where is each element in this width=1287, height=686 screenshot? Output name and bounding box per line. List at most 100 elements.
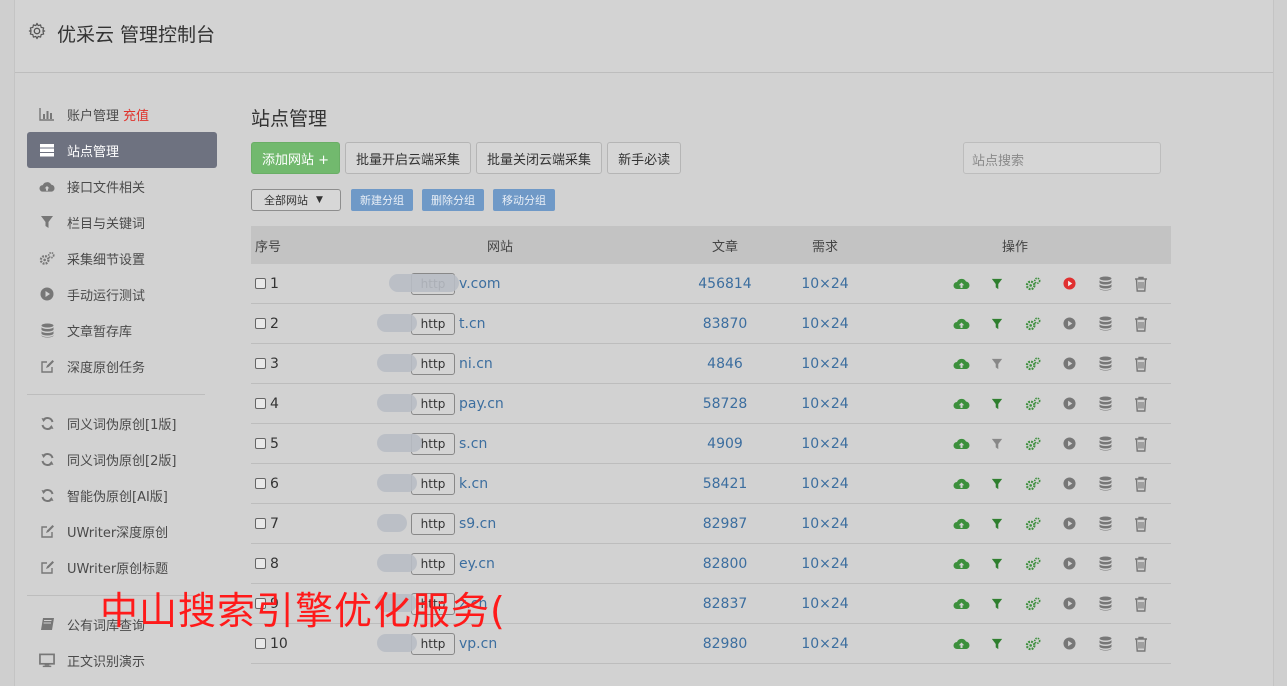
filter-icon[interactable] [979, 475, 1015, 493]
cogs-icon[interactable] [1015, 355, 1051, 373]
row-checkbox[interactable] [255, 438, 266, 449]
filter-icon[interactable] [979, 395, 1015, 413]
row-checkbox[interactable] [255, 518, 266, 529]
articles-count-link[interactable]: 4846 [665, 356, 785, 372]
sidebar-item-group1-3[interactable]: 栏目与关键词 [27, 204, 217, 240]
articles-count-link[interactable]: 58421 [665, 476, 785, 492]
site-domain-link[interactable]: v.com [459, 276, 501, 292]
trash-icon[interactable] [1123, 635, 1159, 653]
articles-count-link[interactable]: 456814 [665, 276, 785, 292]
cloud-upload-icon[interactable] [943, 315, 979, 333]
cogs-icon[interactable] [1015, 275, 1051, 293]
demand-link[interactable]: 10×24 [785, 356, 865, 372]
filter-icon[interactable] [979, 275, 1015, 293]
filter-icon[interactable] [979, 515, 1015, 533]
row-checkbox[interactable] [255, 278, 266, 289]
protocol-badge[interactable]: http [411, 632, 455, 655]
database-icon[interactable] [1087, 555, 1123, 573]
database-icon[interactable] [1087, 275, 1123, 293]
cogs-icon[interactable] [1015, 595, 1051, 613]
sidebar-item-group1-7[interactable]: 深度原创任务 [27, 348, 217, 384]
trash-icon[interactable] [1123, 555, 1159, 573]
demand-link[interactable]: 10×24 [785, 436, 865, 452]
trash-icon[interactable] [1123, 275, 1159, 293]
batch-enable-cloud-button[interactable]: 批量开启云端采集 [345, 142, 472, 174]
cloud-upload-icon[interactable] [943, 395, 979, 413]
row-checkbox[interactable] [255, 358, 266, 369]
cogs-icon[interactable] [1015, 395, 1051, 413]
demand-link[interactable]: 10×24 [785, 596, 865, 612]
cloud-upload-icon[interactable] [943, 515, 979, 533]
play-icon[interactable] [1051, 315, 1087, 333]
demand-link[interactable]: 10×24 [785, 516, 865, 532]
trash-icon[interactable] [1123, 595, 1159, 613]
play-icon[interactable] [1051, 515, 1087, 533]
play-icon[interactable] [1051, 395, 1087, 413]
site-domain-link[interactable]: s.cn [459, 436, 487, 452]
database-icon[interactable] [1087, 435, 1123, 453]
protocol-badge[interactable]: http [411, 352, 455, 375]
row-checkbox[interactable] [255, 478, 266, 489]
play-icon[interactable] [1051, 555, 1087, 573]
site-search-input[interactable]: 站点搜索 [963, 142, 1161, 174]
cloud-upload-icon[interactable] [943, 635, 979, 653]
beginner-guide-button[interactable]: 新手必读 [607, 142, 682, 174]
articles-count-link[interactable]: 82837 [665, 596, 785, 612]
play-icon[interactable] [1051, 475, 1087, 493]
play-icon[interactable] [1051, 355, 1087, 373]
filter-icon[interactable] [979, 635, 1015, 653]
filter-icon[interactable] [979, 435, 1015, 453]
articles-count-link[interactable]: 82987 [665, 516, 785, 532]
play-icon[interactable] [1051, 435, 1087, 453]
row-checkbox[interactable] [255, 398, 266, 409]
row-checkbox[interactable] [255, 558, 266, 569]
sidebar-item-group2-0[interactable]: 同义词伪原创[1版] [27, 405, 217, 441]
sidebar-item-group1-5[interactable]: 手动运行测试 [27, 276, 217, 312]
sidebar-item-group2-3[interactable]: UWriter深度原创 [27, 513, 217, 549]
demand-link[interactable]: 10×24 [785, 556, 865, 572]
play-icon[interactable] [1051, 595, 1087, 613]
trash-icon[interactable] [1123, 475, 1159, 493]
filter-icon[interactable] [979, 315, 1015, 333]
row-checkbox[interactable] [255, 318, 266, 329]
cogs-icon[interactable] [1015, 315, 1051, 333]
delete-group-button[interactable]: 删除分组 [422, 189, 484, 211]
articles-count-link[interactable]: 58728 [665, 396, 785, 412]
trash-icon[interactable] [1123, 515, 1159, 533]
trash-icon[interactable] [1123, 315, 1159, 333]
site-domain-link[interactable]: ey.cn [459, 556, 495, 572]
move-group-button[interactable]: 移动分组 [493, 189, 555, 211]
group-select[interactable]: 全部网站 ▼ [251, 189, 341, 211]
cogs-icon[interactable] [1015, 475, 1051, 493]
database-icon[interactable] [1087, 515, 1123, 533]
batch-disable-cloud-button[interactable]: 批量关闭云端采集 [476, 142, 603, 174]
articles-count-link[interactable]: 82980 [665, 636, 785, 652]
articles-count-link[interactable]: 82800 [665, 556, 785, 572]
database-icon[interactable] [1087, 355, 1123, 373]
protocol-badge[interactable]: http [411, 552, 455, 575]
site-domain-link[interactable]: k.cn [459, 476, 488, 492]
database-icon[interactable] [1087, 315, 1123, 333]
site-domain-link[interactable]: s9.cn [459, 516, 496, 532]
trash-icon[interactable] [1123, 395, 1159, 413]
recharge-link[interactable]: 充值 [123, 105, 149, 124]
database-icon[interactable] [1087, 475, 1123, 493]
site-domain-link[interactable]: pay.cn [459, 396, 504, 412]
site-domain-link[interactable]: t.cn [459, 316, 486, 332]
sidebar-item-group1-1[interactable]: 站点管理 [27, 132, 217, 168]
demand-link[interactable]: 10×24 [785, 396, 865, 412]
sidebar-item-group1-4[interactable]: 采集细节设置 [27, 240, 217, 276]
new-group-button[interactable]: 新建分组 [351, 189, 413, 211]
demand-link[interactable]: 10×24 [785, 316, 865, 332]
database-icon[interactable] [1087, 635, 1123, 653]
sidebar-item-group1-0[interactable]: 账户管理 充值 [27, 96, 217, 132]
cogs-icon[interactable] [1015, 555, 1051, 573]
sidebar-item-group1-2[interactable]: 接口文件相关 [27, 168, 217, 204]
protocol-badge[interactable]: http [411, 392, 455, 415]
sidebar-item-group2-1[interactable]: 同义词伪原创[2版] [27, 441, 217, 477]
play-icon[interactable] [1051, 275, 1087, 293]
trash-icon[interactable] [1123, 435, 1159, 453]
cloud-upload-icon[interactable] [943, 555, 979, 573]
sidebar-item-group3-1[interactable]: 正文识别演示 [27, 642, 217, 678]
cogs-icon[interactable] [1015, 515, 1051, 533]
